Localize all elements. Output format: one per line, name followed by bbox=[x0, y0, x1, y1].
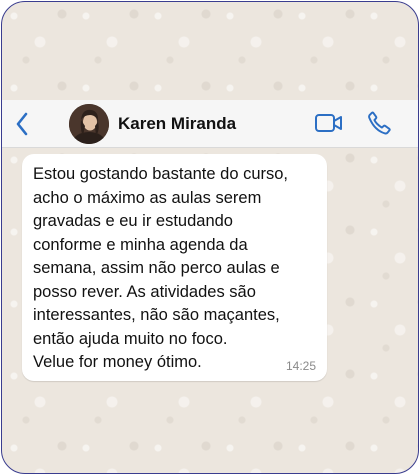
message-timestamp: 14:25 bbox=[285, 359, 316, 373]
chevron-left-icon bbox=[16, 112, 28, 136]
avatar-photo bbox=[69, 104, 109, 144]
contact-name[interactable]: Karen Miranda bbox=[118, 114, 236, 134]
chat-window: Karen Miranda Estou gostando bastante do… bbox=[1, 1, 419, 474]
phone-icon bbox=[368, 111, 391, 135]
voice-call-button[interactable] bbox=[366, 110, 392, 136]
message-bubble: Estou gostando bastante do curso, acho o… bbox=[22, 154, 327, 381]
chat-header: Karen Miranda bbox=[2, 100, 418, 148]
back-button[interactable] bbox=[10, 110, 34, 138]
video-call-button[interactable] bbox=[314, 111, 344, 135]
contact-avatar[interactable] bbox=[69, 104, 109, 144]
message-text: Estou gostando bastante do curso, acho o… bbox=[33, 165, 289, 371]
video-camera-icon bbox=[315, 114, 342, 132]
